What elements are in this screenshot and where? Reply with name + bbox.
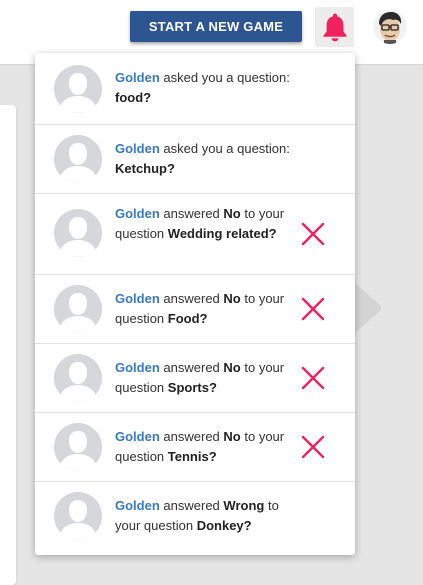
question-subject: Ketchup? — [115, 161, 175, 176]
user-avatar-icon — [54, 209, 102, 257]
dismiss-button[interactable] — [300, 365, 326, 391]
question-subject: Wedding related? — [167, 226, 277, 241]
notification-verb: answered — [163, 291, 220, 306]
notification-verb: asked you a question: — [163, 70, 290, 85]
question-subject: Sports? — [167, 380, 217, 395]
user-avatar-icon — [54, 492, 102, 540]
left-panel — [0, 105, 16, 585]
notification-verb: answered — [163, 360, 220, 375]
notification-item[interactable]: Golden asked you a question: food? — [35, 53, 355, 125]
start-new-game-button[interactable]: START A NEW GAME — [130, 11, 302, 42]
avatar — [54, 65, 102, 113]
dismiss-button[interactable] — [300, 296, 326, 322]
sender-name[interactable]: Golden — [115, 360, 160, 375]
sender-name[interactable]: Golden — [115, 141, 160, 156]
notification-verb: answered — [163, 498, 220, 513]
notification-text: Golden answered Wrong to your question D… — [115, 496, 305, 536]
question-subject: Tennis? — [167, 449, 217, 464]
answer-value: No — [223, 206, 241, 221]
user-avatar-icon — [54, 354, 102, 402]
notification-text: Golden answered No to your question Spor… — [115, 358, 305, 398]
user-avatar-icon — [54, 423, 102, 471]
avatar — [54, 209, 102, 257]
answer-value: No — [223, 429, 241, 444]
close-icon — [301, 366, 325, 390]
notification-text: Golden answered No to your question Food… — [115, 289, 305, 329]
notifications-button[interactable] — [315, 7, 354, 47]
dismiss-button[interactable] — [300, 434, 326, 460]
notifications-dropdown: Golden asked you a question: food? Golde… — [35, 53, 355, 555]
notification-verb: answered — [163, 206, 220, 221]
dismiss-button[interactable] — [300, 221, 326, 247]
avatar — [54, 354, 102, 402]
question-subject: Food? — [167, 311, 208, 326]
sender-name[interactable]: Golden — [115, 429, 160, 444]
notification-item[interactable]: Golden answered No to your question Spor… — [35, 344, 355, 413]
user-avatar-icon — [54, 65, 102, 113]
question-subject: food? — [115, 90, 152, 105]
notification-text: Golden answered No to your question Wedd… — [115, 204, 305, 244]
answer-value: No — [223, 291, 241, 306]
notification-text: Golden asked you a question: food? — [115, 68, 305, 108]
sender-name[interactable]: Golden — [115, 206, 160, 221]
user-avatar[interactable] — [373, 10, 407, 44]
notification-verb: answered — [163, 429, 220, 444]
close-icon — [301, 222, 325, 246]
notification-item[interactable]: Golden answered Wrong to your question D… — [35, 482, 355, 555]
notification-item[interactable]: Golden asked you a question: Ketchup? — [35, 125, 355, 194]
notification-item[interactable]: Golden answered No to your question Wedd… — [35, 194, 355, 275]
avatar — [54, 135, 102, 183]
sender-name[interactable]: Golden — [115, 498, 160, 513]
close-icon — [301, 297, 325, 321]
notification-item[interactable]: Golden answered No to your question Food… — [35, 275, 355, 344]
user-avatar-icon — [54, 285, 102, 333]
bell-icon — [323, 13, 346, 42]
answer-value: Wrong — [223, 498, 265, 513]
avatar — [54, 492, 102, 540]
notification-verb: asked you a question: — [163, 141, 290, 156]
answer-value: No — [223, 360, 241, 375]
user-avatar-icon — [54, 135, 102, 183]
cartoon-avatar-icon — [373, 10, 407, 44]
sender-name[interactable]: Golden — [115, 70, 160, 85]
close-icon — [301, 435, 325, 459]
avatar — [54, 423, 102, 471]
notification-text: Golden asked you a question: Ketchup? — [115, 139, 305, 179]
sender-name[interactable]: Golden — [115, 291, 160, 306]
notification-text: Golden answered No to your question Tenn… — [115, 427, 305, 467]
avatar — [54, 285, 102, 333]
notification-item[interactable]: Golden answered No to your question Tenn… — [35, 413, 355, 482]
question-subject: Donkey? — [196, 518, 252, 533]
